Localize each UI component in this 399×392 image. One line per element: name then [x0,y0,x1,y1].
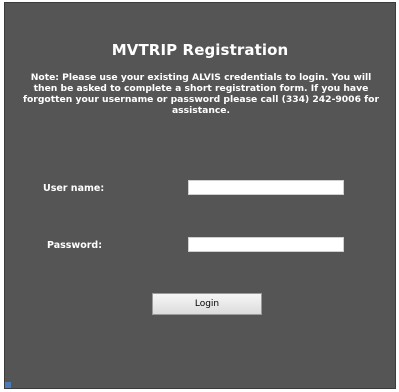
page: MVTRIP Registration Note: Please use you… [0,0,399,392]
username-input[interactable] [188,180,344,195]
panel-corner-mark [5,382,11,388]
password-input[interactable] [188,237,344,252]
login-button[interactable]: Login [152,293,262,315]
registration-title: MVTRIP Registration [111,41,289,59]
username-label: User name: [43,183,105,194]
password-label: Password: [47,240,103,251]
registration-panel: MVTRIP Registration Note: Please use you… [4,2,396,389]
login-note: Note: Please use your existing ALVIS cre… [23,72,380,116]
